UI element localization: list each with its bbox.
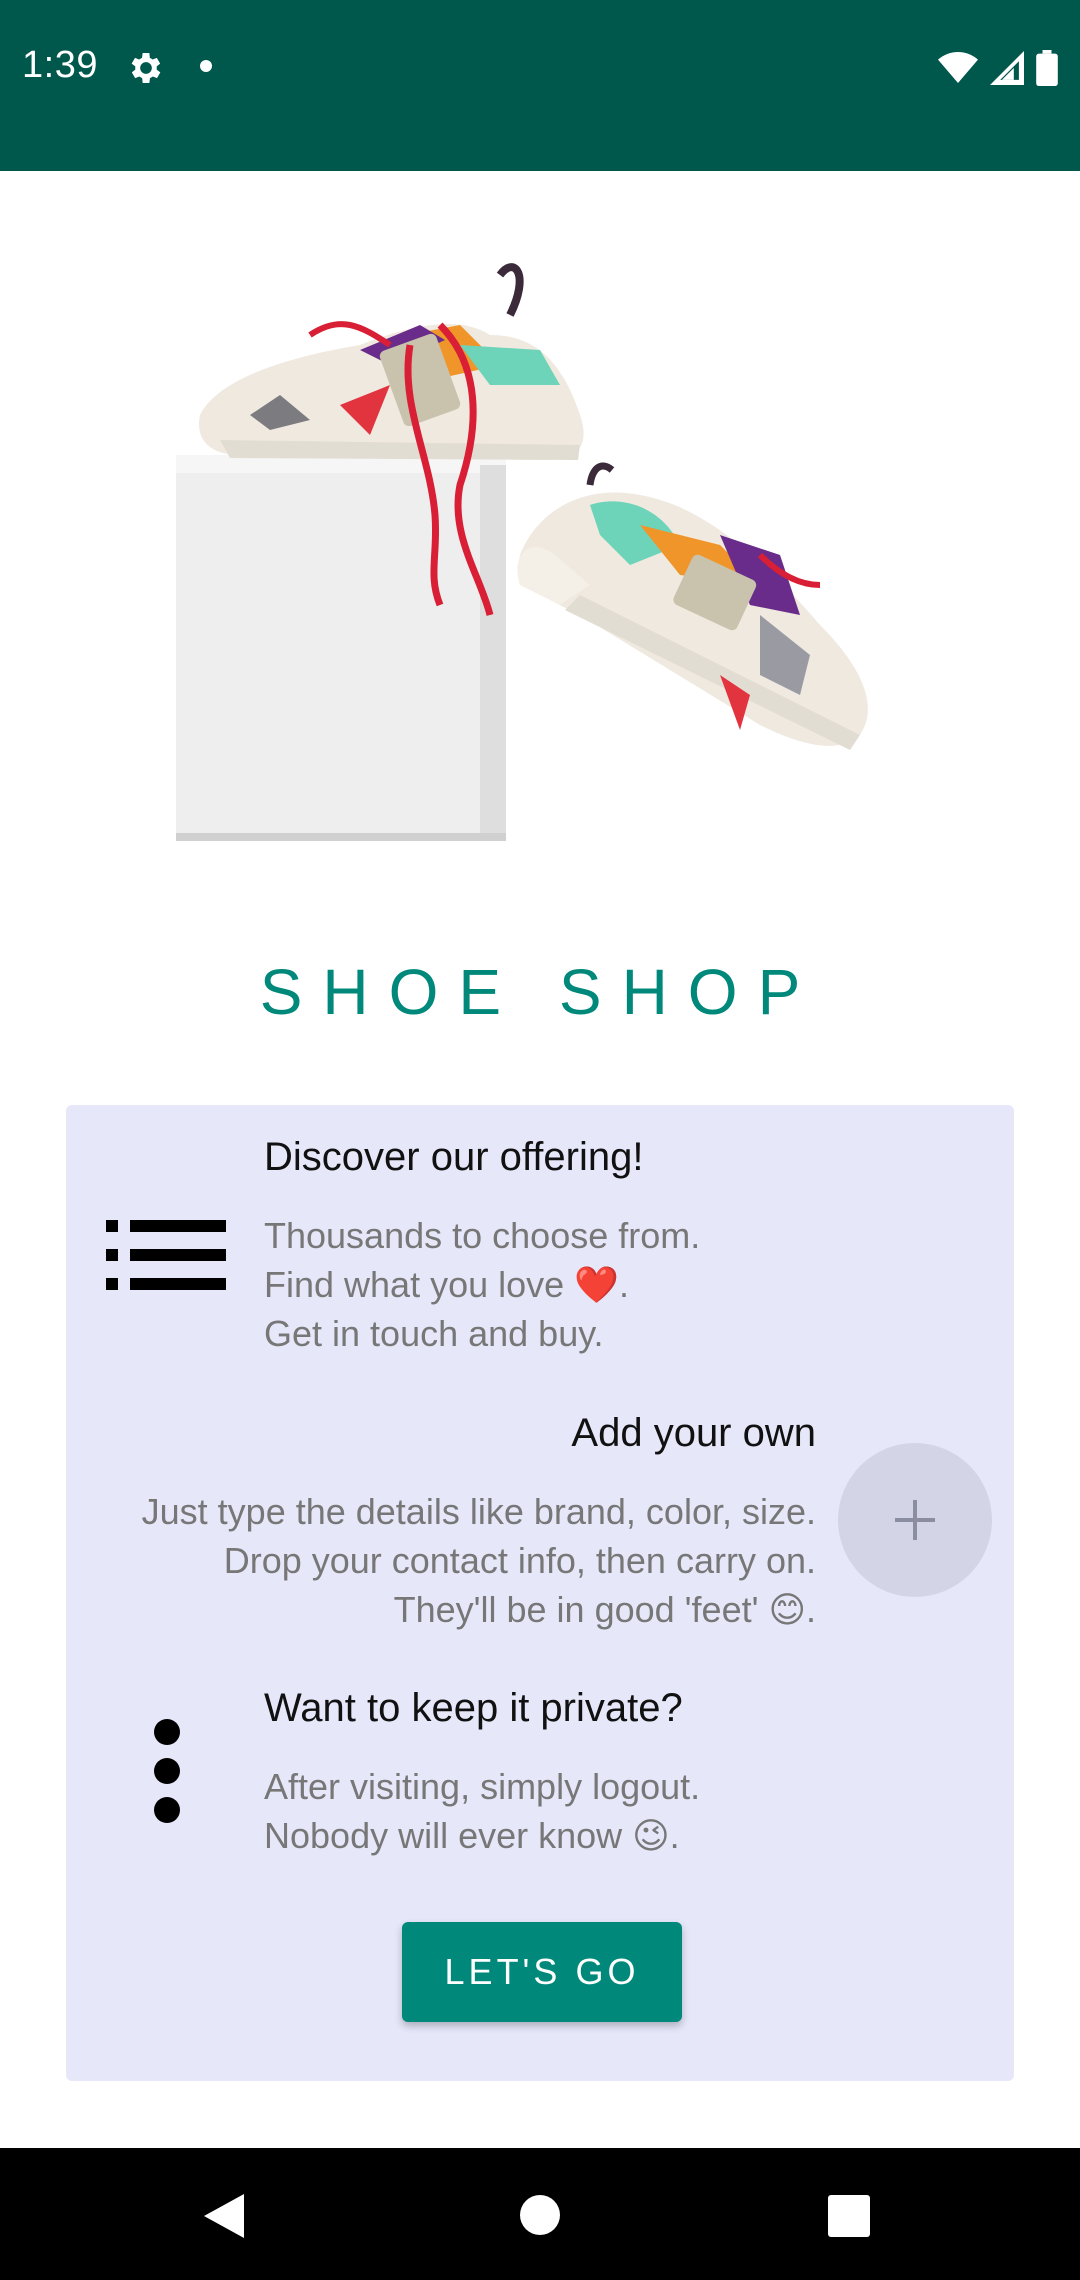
more-vert-icon bbox=[154, 1719, 180, 1823]
signal-icon bbox=[990, 51, 1024, 85]
status-time: 1:39 bbox=[22, 44, 98, 86]
gear-icon bbox=[131, 53, 161, 83]
battery-icon bbox=[1036, 50, 1058, 86]
private-heading: Want to keep it private? bbox=[264, 1686, 683, 1730]
notification-dot-icon bbox=[200, 60, 212, 72]
private-line: After visiting, simply logout. bbox=[264, 1766, 701, 1807]
list-icon bbox=[106, 1220, 226, 1290]
app-title: SHOE SHOP bbox=[259, 956, 821, 1028]
add-fab-button[interactable] bbox=[838, 1443, 992, 1597]
status-bar: 1:39 bbox=[0, 0, 1080, 171]
add-line: Drop your contact info, then carry on. bbox=[223, 1540, 816, 1581]
wifi-icon bbox=[938, 52, 978, 83]
status-icons bbox=[938, 48, 1058, 88]
add-line: Just type the details like brand, color,… bbox=[141, 1491, 816, 1532]
discover-line: Get in touch and buy. bbox=[264, 1313, 604, 1354]
info-card: Discover our offering! Thousands to choo… bbox=[66, 1105, 1014, 2081]
private-line: Nobody will ever know 😉. bbox=[264, 1815, 680, 1856]
discover-text: Thousands to choose from. Find what you … bbox=[264, 1211, 700, 1358]
add-your-own-heading: Add your own bbox=[571, 1411, 816, 1455]
discover-heading: Discover our offering! bbox=[264, 1135, 644, 1179]
lets-go-button[interactable]: LET'S GO bbox=[402, 1922, 682, 2022]
back-icon[interactable] bbox=[204, 2194, 246, 2238]
discover-line: Find what you love ❤️. bbox=[264, 1264, 629, 1305]
recents-icon[interactable] bbox=[828, 2195, 870, 2237]
plus-icon bbox=[895, 1500, 935, 1540]
add-line: They'll be in good 'feet' 😊. bbox=[393, 1589, 816, 1630]
sneakers-on-box-image bbox=[176, 263, 868, 841]
add-your-own-text: Just type the details like brand, color,… bbox=[142, 1487, 816, 1634]
home-icon[interactable] bbox=[519, 2194, 561, 2236]
navigation-bar bbox=[0, 2148, 1080, 2280]
discover-line: Thousands to choose from. bbox=[264, 1215, 701, 1256]
private-text: After visiting, simply logout. Nobody wi… bbox=[264, 1762, 700, 1860]
